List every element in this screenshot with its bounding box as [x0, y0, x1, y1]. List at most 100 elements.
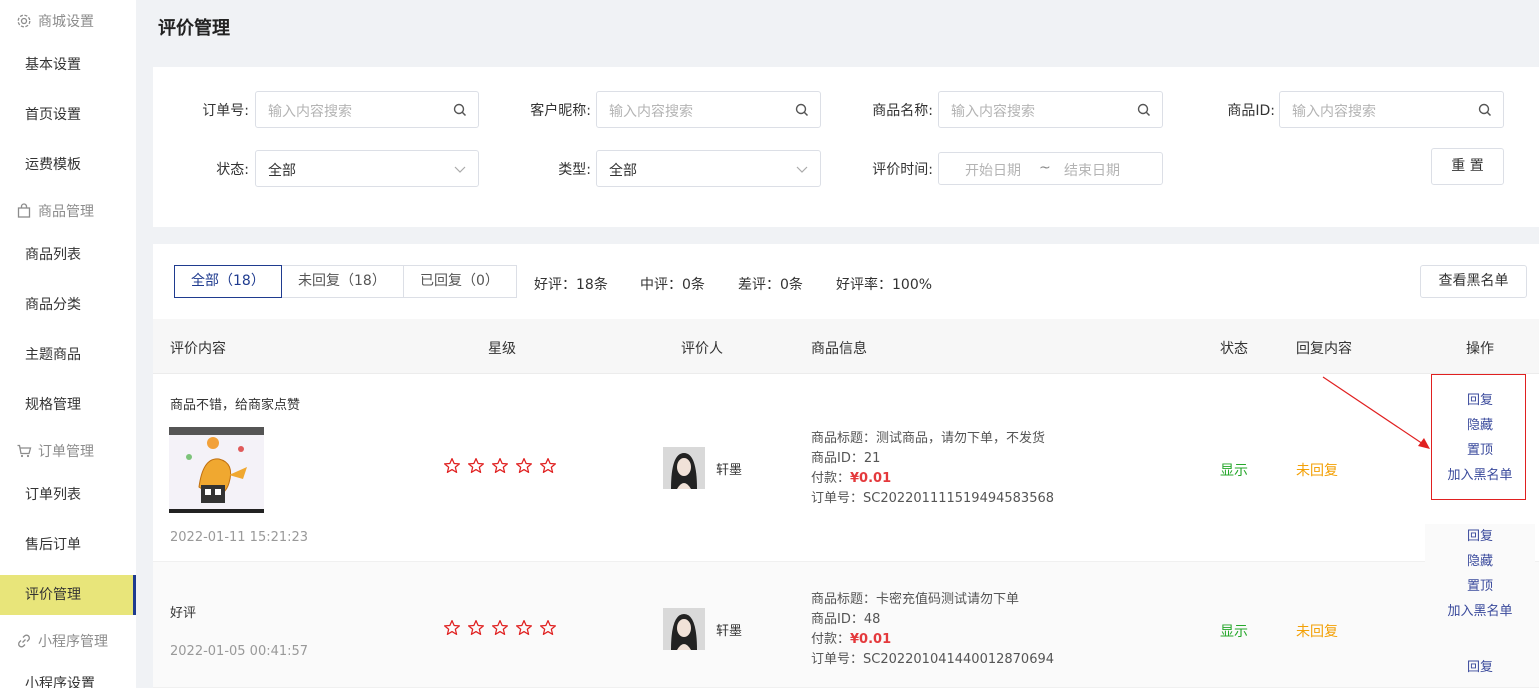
star-icon	[467, 619, 485, 636]
pin-top-action[interactable]: 置顶	[1425, 574, 1535, 599]
search-icon[interactable]	[1136, 102, 1152, 118]
bag-icon	[17, 203, 31, 218]
column-header-content: 评价内容	[170, 341, 226, 357]
order-no-input[interactable]: 输入内容搜索	[255, 91, 479, 128]
reply-status: 未回复	[1296, 624, 1338, 640]
avatar	[663, 447, 705, 489]
star-rating	[443, 619, 557, 637]
sidebar-item-product-list[interactable]: 商品列表	[0, 235, 136, 275]
reset-button[interactable]: 重 置	[1431, 148, 1504, 185]
page-title: 评价管理	[158, 18, 230, 39]
star-icon	[515, 619, 533, 636]
stat-bad-count: 差评：0条	[738, 277, 803, 293]
type-select-value: 全部	[609, 163, 637, 179]
stat-mid-count: 中评：0条	[640, 277, 705, 293]
end-date-field[interactable]: 结束日期	[1064, 160, 1120, 180]
star-rating	[443, 457, 557, 475]
nickname-label: 客户昵称:	[530, 103, 591, 119]
tab-all[interactable]: 全部（18）	[174, 265, 282, 298]
product-title: 商品标题：卡密充值码测试请勿下单	[811, 592, 1020, 607]
column-header-product-info: 商品信息	[811, 341, 867, 357]
order-number: 订单号：SC202201041440012870694	[811, 652, 1055, 667]
payment: 付款：¥0.01	[811, 630, 1054, 650]
row-actions: 回复	[1425, 655, 1535, 680]
product-name-placeholder: 输入内容搜索	[951, 104, 1035, 120]
filter-panel: 订单号: 输入内容搜索 客户昵称: 输入内容搜索 商品名称: 输入内容搜索 商品…	[153, 67, 1539, 227]
payment-amount: ¥0.01	[850, 632, 892, 647]
table-row: 好评 2022-01-05 00:41:57 轩墨 商品标题：卡密充值码测试请勿…	[153, 524, 1539, 688]
table-header: 评价内容 星级 评价人 商品信息 状态 回复内容 操作	[153, 319, 1539, 374]
product-name-label: 商品名称:	[872, 103, 933, 119]
sidebar-group-mall-settings: 商城设置	[16, 11, 94, 31]
reply-action[interactable]: 回复	[1425, 655, 1535, 680]
product-info: 商品标题：卡密充值码测试请勿下单 商品ID：48 付款：¥0.01 订单号：SC…	[811, 590, 1054, 670]
sidebar-group-product-management: 商品管理	[16, 201, 94, 221]
status-select-value: 全部	[268, 163, 296, 179]
sidebar-item-order-list[interactable]: 订单列表	[0, 475, 136, 515]
product-name-input[interactable]: 输入内容搜索	[938, 91, 1163, 128]
order-no-placeholder: 输入内容搜索	[268, 104, 352, 120]
date-range-separator: ~	[1039, 160, 1051, 176]
sidebar-item-theme-products[interactable]: 主题商品	[0, 335, 136, 375]
start-date-field[interactable]: 开始日期	[965, 160, 1021, 180]
review-image-drawing	[169, 427, 264, 503]
search-icon[interactable]	[794, 102, 810, 118]
sidebar-item-reviews[interactable]: 评价管理	[0, 575, 136, 615]
annotation-arrow-icon	[1322, 376, 1430, 449]
sidebar-item-product-category[interactable]: 商品分类	[0, 285, 136, 325]
review-date: 2022-01-05 00:41:57	[170, 644, 309, 659]
search-icon[interactable]	[452, 102, 468, 118]
add-blacklist-action[interactable]: 加入黑名单	[1425, 599, 1535, 624]
reviewer-name: 轩墨	[716, 624, 743, 639]
annotation-highlight-box	[1431, 374, 1526, 500]
reviewer-name: 轩墨	[716, 463, 743, 478]
review-date: 2022-01-11 15:21:23	[170, 530, 309, 545]
sidebar-item-home-settings[interactable]: 首页设置	[0, 95, 136, 135]
tab-replied[interactable]: 已回复（0）	[403, 265, 517, 298]
sidebar-group-order-management: 订单管理	[16, 441, 94, 461]
sidebar-item-miniprogram-settings[interactable]: 小程序设置	[0, 664, 136, 688]
sidebar-item-shipping-template[interactable]: 运费模板	[0, 145, 136, 185]
review-time-label: 评价时间:	[872, 162, 933, 178]
payment: 付款：¥0.01	[811, 469, 1054, 489]
payment-label: 付款：	[811, 471, 851, 486]
status-select[interactable]: 全部	[255, 150, 479, 187]
star-icon	[443, 457, 461, 474]
sidebar-group-miniprogram: 小程序管理	[16, 631, 108, 651]
avatar	[663, 608, 705, 650]
order-number: 订单号：SC20220111151949458356​8	[811, 491, 1055, 506]
review-date-range[interactable]: 开始日期 ~ 结束日期	[938, 152, 1163, 185]
product-id: 商品ID：21	[811, 451, 881, 466]
hide-action[interactable]: 隐藏	[1425, 549, 1535, 574]
product-id-input[interactable]: 输入内容搜索	[1279, 91, 1504, 128]
review-content: 商品不错，给商家点赞	[170, 398, 301, 413]
type-select[interactable]: 全部	[596, 150, 821, 187]
product-title: 商品标题：测试商品，请勿下单，不发货	[811, 431, 1046, 446]
payment-label: 付款：	[811, 632, 851, 647]
order-no-label: 订单号:	[202, 103, 249, 119]
sidebar-group-label: 小程序管理	[38, 634, 108, 650]
type-label: 类型:	[558, 162, 591, 178]
star-icon	[539, 457, 557, 474]
review-content: 好评	[170, 606, 197, 621]
sidebar-item-after-sales[interactable]: 售后订单	[0, 525, 136, 565]
sidebar: 商城设置 基本设置 首页设置 运费模板 商品管理 商品列表 商品分类 主题商品 …	[0, 0, 136, 688]
reply-action[interactable]: 回复	[1425, 524, 1535, 549]
column-header-actions: 操作	[1466, 341, 1494, 357]
column-header-rating: 星级	[488, 341, 516, 357]
view-blacklist-button[interactable]: 查看黑名单	[1420, 265, 1527, 298]
status-label: 状态:	[216, 162, 249, 178]
search-icon[interactable]	[1477, 102, 1493, 118]
star-icon	[491, 457, 509, 474]
link-icon	[18, 634, 30, 648]
review-image[interactable]	[169, 427, 264, 513]
payment-amount: ¥0.01	[850, 471, 892, 486]
reply-filter-tabs: 全部（18） 未回复（18） 已回复（0）	[174, 265, 517, 298]
status-badge: 显示	[1220, 463, 1248, 479]
tab-unreplied[interactable]: 未回复（18）	[281, 265, 404, 298]
nickname-input[interactable]: 输入内容搜索	[596, 91, 821, 128]
sidebar-item-spec-management[interactable]: 规格管理	[0, 385, 136, 425]
sidebar-item-basic-settings[interactable]: 基本设置	[0, 45, 136, 85]
chevron-down-icon	[796, 166, 808, 173]
product-id: 商品ID：48	[811, 612, 881, 627]
